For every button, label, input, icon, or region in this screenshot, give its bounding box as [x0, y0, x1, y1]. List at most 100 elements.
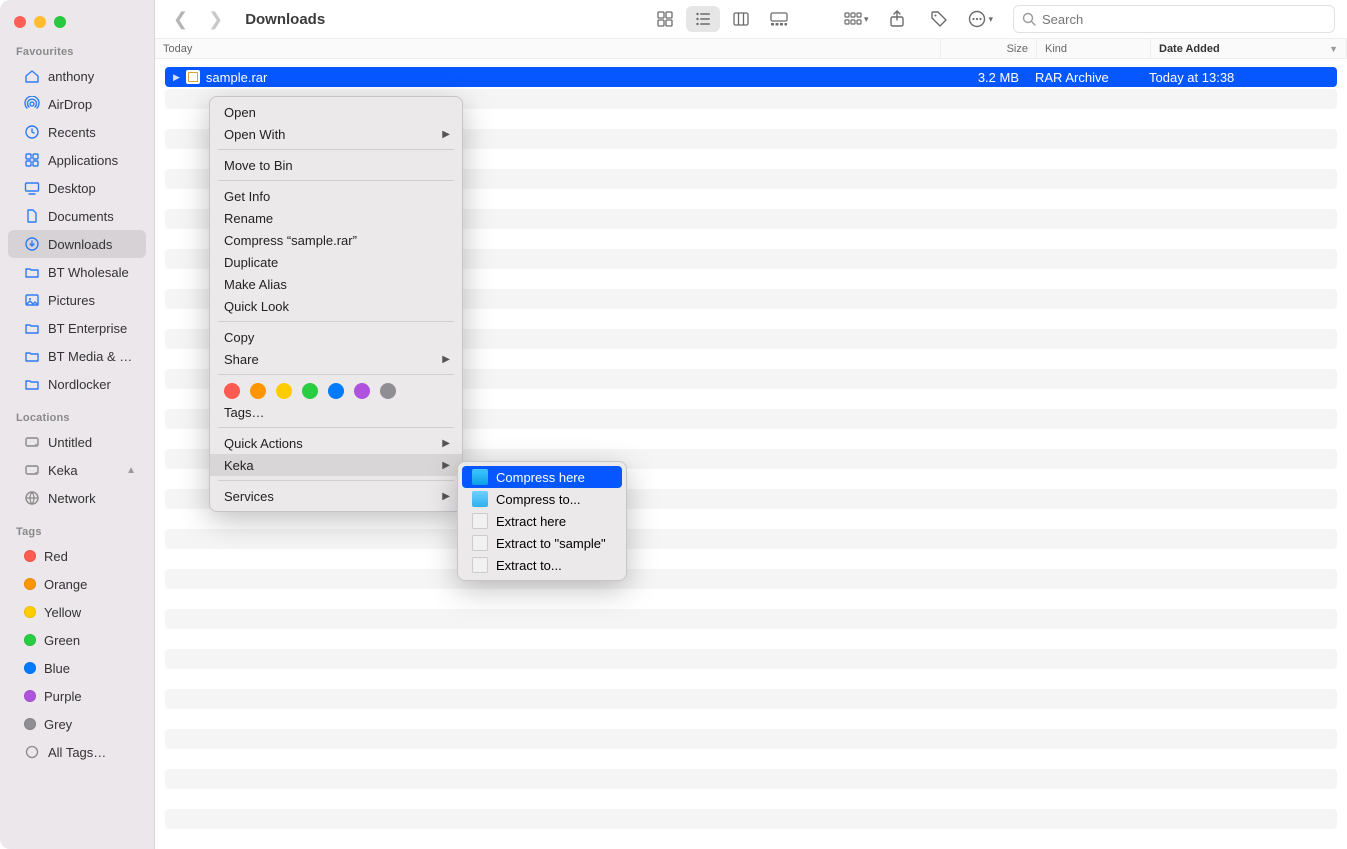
folder-icon	[24, 320, 40, 336]
menu-item-keka[interactable]: Keka▶	[210, 454, 462, 476]
tag-color-dot[interactable]	[250, 383, 266, 399]
sidebar-tag-green[interactable]: Green	[8, 626, 146, 654]
sidebar-item-airdrop[interactable]: AirDrop	[8, 90, 146, 118]
sidebar-item-documents[interactable]: Documents	[8, 202, 146, 230]
sidebar-tags: Tags RedOrangeYellowGreenBluePurpleGreyA…	[0, 522, 154, 766]
minimize-window-button[interactable]	[34, 16, 46, 28]
menu-item-label: Make Alias	[224, 277, 287, 292]
menu-item-duplicate[interactable]: Duplicate	[210, 251, 462, 273]
menu-item-label: Compress “sample.rar”	[224, 233, 357, 248]
sidebar-item-desktop[interactable]: Desktop	[8, 174, 146, 202]
file-date: Today at 13:38	[1141, 70, 1337, 85]
sidebar-item-nordlocker[interactable]: Nordlocker	[8, 370, 146, 398]
sidebar-item-anthony[interactable]: anthony	[8, 62, 146, 90]
folder-icon	[24, 376, 40, 392]
submenu-item-label: Compress to...	[496, 492, 581, 507]
action-button[interactable]: ▾	[964, 6, 997, 32]
tag-color-dot[interactable]	[328, 383, 344, 399]
back-button[interactable]: ❮	[173, 9, 188, 30]
menu-item-copy[interactable]: Copy	[210, 326, 462, 348]
maximize-window-button[interactable]	[54, 16, 66, 28]
close-window-button[interactable]	[14, 16, 26, 28]
submenu-item-compress-here[interactable]: Compress here	[462, 466, 622, 488]
menu-item-quick-actions[interactable]: Quick Actions▶	[210, 432, 462, 454]
file-row[interactable]: ▶ sample.rar 3.2 MB RAR Archive Today at…	[165, 67, 1337, 87]
doc-icon	[472, 535, 488, 551]
gallery-view-button[interactable]	[762, 6, 796, 32]
forward-button[interactable]: ❯	[208, 9, 223, 30]
image-icon	[24, 292, 40, 308]
disclosure-triangle-icon[interactable]: ▶	[173, 72, 180, 83]
tag-dot-icon	[24, 606, 36, 618]
submenu-item-extract-to-sample-[interactable]: Extract to "sample"	[462, 532, 622, 554]
sidebar-tag-orange[interactable]: Orange	[8, 570, 146, 598]
sidebar-item-downloads[interactable]: Downloads	[8, 230, 146, 258]
sidebar-item-pictures[interactable]: Pictures	[8, 286, 146, 314]
column-date-added[interactable]: Date Added ▼	[1151, 39, 1347, 58]
menu-item-services[interactable]: Services▶	[210, 485, 462, 507]
sidebar-tag-yellow[interactable]: Yellow	[8, 598, 146, 626]
sidebar-tag-blue[interactable]: Blue	[8, 654, 146, 682]
sidebar-favourites: Favourites anthonyAirDropRecentsApplicat…	[0, 42, 154, 398]
icon-view-button[interactable]	[648, 6, 682, 32]
sidebar-item-label: Untitled	[48, 435, 136, 450]
tag-color-dot[interactable]	[354, 383, 370, 399]
sidebar-item-label: BT Media & B…	[48, 349, 136, 364]
column-view-button[interactable]	[724, 6, 758, 32]
columns-icon	[733, 11, 749, 27]
tags-button[interactable]	[922, 6, 956, 32]
search-icon	[1022, 12, 1036, 26]
tag-dot-icon	[24, 634, 36, 646]
menu-item-label: Keka	[224, 458, 254, 473]
sidebar-item-keka[interactable]: Keka ▲	[8, 456, 146, 484]
menu-item-open[interactable]: Open	[210, 101, 462, 123]
submenu-item-extract-here[interactable]: Extract here	[462, 510, 622, 532]
sidebar-tag-purple[interactable]: Purple	[8, 682, 146, 710]
sidebar-item-bt-wholesale[interactable]: BT Wholesale	[8, 258, 146, 286]
sidebar-item-label: Orange	[44, 577, 136, 592]
eject-icon[interactable]: ▲	[126, 465, 136, 476]
view-switcher	[648, 6, 796, 32]
menu-item-make-alias[interactable]: Make Alias	[210, 273, 462, 295]
tag-color-dot[interactable]	[380, 383, 396, 399]
sidebar-item-bt-enterprise[interactable]: BT Enterprise	[8, 314, 146, 342]
menu-item-label: Open With	[224, 127, 285, 142]
menu-item-compress-sample-rar-[interactable]: Compress “sample.rar”	[210, 229, 462, 251]
airdrop-icon	[24, 96, 40, 112]
column-size[interactable]: Size	[941, 39, 1037, 58]
column-name[interactable]: Today	[155, 39, 941, 58]
submenu-item-label: Extract here	[496, 514, 566, 529]
sidebar-item-network[interactable]: Network	[8, 484, 146, 512]
submenu-item-extract-to-[interactable]: Extract to...	[462, 554, 622, 576]
sidebar-item-label: All Tags…	[48, 745, 136, 760]
tag-color-dot[interactable]	[302, 383, 318, 399]
menu-item-tags-[interactable]: Tags…	[210, 401, 462, 423]
sidebar-tag-all-tags-[interactable]: All Tags…	[8, 738, 146, 766]
home-icon	[24, 68, 40, 84]
group-by-button[interactable]: ▾	[840, 6, 873, 32]
menu-item-share[interactable]: Share▶	[210, 348, 462, 370]
tag-color-dot[interactable]	[224, 383, 240, 399]
search-field[interactable]	[1013, 5, 1335, 33]
tag-color-dot[interactable]	[276, 383, 292, 399]
search-input[interactable]	[1042, 12, 1326, 27]
menu-item-quick-look[interactable]: Quick Look	[210, 295, 462, 317]
list-view-button[interactable]	[686, 6, 720, 32]
share-button[interactable]	[880, 6, 914, 32]
menu-item-rename[interactable]: Rename	[210, 207, 462, 229]
sidebar-item-bt-media-b-[interactable]: BT Media & B…	[8, 342, 146, 370]
sidebar-item-label: Green	[44, 633, 136, 648]
menu-item-move-to-bin[interactable]: Move to Bin	[210, 154, 462, 176]
sidebar-item-label: Keka	[48, 463, 118, 478]
submenu-item-compress-to-[interactable]: Compress to...	[462, 488, 622, 510]
menu-item-get-info[interactable]: Get Info	[210, 185, 462, 207]
chevron-right-icon: ▶	[442, 129, 450, 140]
sidebar-item-untitled[interactable]: Untitled	[8, 428, 146, 456]
sidebar-tag-red[interactable]: Red	[8, 542, 146, 570]
menu-item-open-with[interactable]: Open With ▶	[210, 123, 462, 145]
list-icon	[695, 11, 711, 27]
sidebar-tag-grey[interactable]: Grey	[8, 710, 146, 738]
column-kind[interactable]: Kind	[1037, 39, 1151, 58]
sidebar-item-recents[interactable]: Recents	[8, 118, 146, 146]
sidebar-item-applications[interactable]: Applications	[8, 146, 146, 174]
